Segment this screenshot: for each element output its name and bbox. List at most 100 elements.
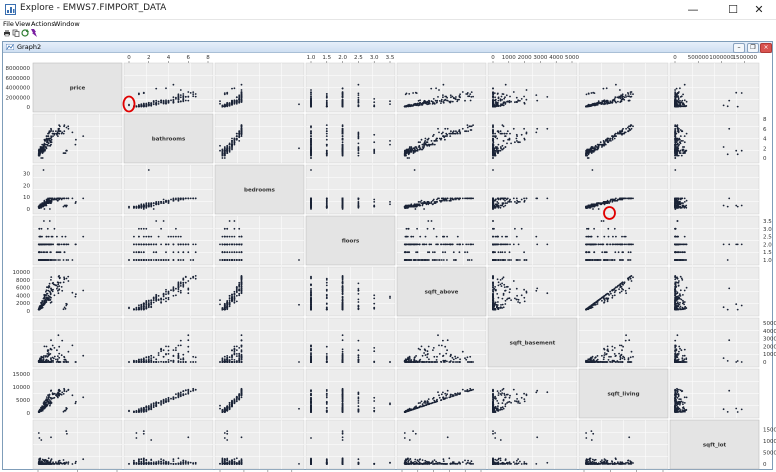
data-point [677, 154, 680, 157]
data-point [341, 93, 344, 95]
data-point [357, 101, 360, 104]
panel-floors-vs-floors: floors [305, 215, 396, 266]
data-point [389, 103, 391, 105]
data-point [357, 197, 360, 200]
data-point [157, 100, 160, 103]
data-point [510, 201, 512, 203]
data-point [142, 227, 145, 230]
data-point [38, 205, 40, 208]
data-point [194, 243, 197, 246]
data-point [138, 92, 140, 95]
data-point [160, 259, 163, 261]
data-point [470, 91, 473, 93]
data-point [492, 140, 494, 142]
data-point [512, 127, 515, 130]
data-point [445, 198, 448, 201]
data-point [310, 98, 312, 101]
data-point [140, 251, 143, 254]
scatter-matrix: pricebathroomsbedroomsfloorssqft_abovesq… [6, 55, 776, 472]
data-point [192, 91, 195, 93]
data-point [440, 197, 443, 200]
data-point [233, 143, 236, 146]
data-point [591, 103, 594, 106]
data-point [455, 96, 457, 98]
data-point [47, 199, 50, 202]
data-point [591, 169, 594, 171]
data-point [592, 208, 594, 210]
panel-bedrooms-vs-bedrooms: bedrooms [214, 164, 305, 215]
data-point [735, 149, 738, 152]
data-point [674, 197, 677, 200]
data-point [49, 208, 51, 210]
data-point [219, 259, 221, 261]
data-point [492, 153, 495, 156]
data-point [46, 227, 49, 230]
data-point [426, 201, 429, 203]
data-point [523, 101, 526, 104]
data-point [135, 259, 138, 261]
data-point [504, 103, 507, 105]
data-point [192, 197, 195, 200]
data-point [138, 243, 140, 246]
data-point [238, 135, 241, 138]
data-point [683, 135, 686, 138]
data-point [155, 99, 158, 102]
data-point [179, 243, 182, 246]
data-point [466, 92, 469, 94]
data-point [175, 197, 177, 200]
data-point [147, 205, 150, 208]
data-point [52, 243, 54, 246]
data-point [231, 243, 233, 246]
data-point [52, 135, 54, 138]
data-point [49, 137, 52, 140]
data-point [235, 100, 238, 103]
data-point [67, 197, 70, 200]
data-point [674, 95, 677, 98]
data-point [57, 259, 60, 261]
data-point [449, 135, 452, 138]
data-point [240, 92, 243, 94]
data-point [492, 92, 494, 94]
data-point [685, 100, 688, 103]
data-point [357, 99, 360, 102]
data-point [674, 125, 676, 128]
data-point [226, 251, 229, 254]
data-point [494, 154, 497, 157]
data-point [310, 126, 312, 129]
data-point [310, 92, 312, 94]
data-point [492, 95, 494, 97]
data-point [341, 125, 344, 128]
data-point [138, 105, 140, 108]
data-point [357, 147, 360, 150]
data-point [722, 104, 725, 107]
data-point [49, 259, 52, 261]
data-point [675, 137, 678, 140]
data-point [514, 201, 516, 203]
data-point [142, 259, 145, 261]
panel-price-vs-sqft_living [578, 62, 669, 113]
data-point [421, 143, 424, 146]
data-point [621, 130, 624, 133]
data-point [461, 91, 464, 93]
data-point [233, 141, 236, 144]
data-point [523, 95, 525, 98]
data-point [325, 199, 328, 202]
data-point [182, 98, 185, 101]
data-point [189, 197, 192, 200]
data-point [615, 83, 617, 86]
data-point [437, 127, 439, 130]
data-point [233, 138, 236, 141]
data-point [461, 127, 464, 130]
data-point [599, 141, 602, 144]
data-point [420, 148, 423, 151]
data-point [162, 220, 165, 222]
data-point [56, 235, 58, 238]
data-point [611, 198, 613, 201]
panel-bedrooms-vs-sqft_basement [487, 164, 578, 215]
data-point [449, 94, 452, 97]
data-point [501, 203, 504, 206]
data-point [133, 259, 135, 261]
data-point [59, 251, 62, 254]
data-point [233, 99, 236, 102]
data-point [142, 243, 145, 246]
